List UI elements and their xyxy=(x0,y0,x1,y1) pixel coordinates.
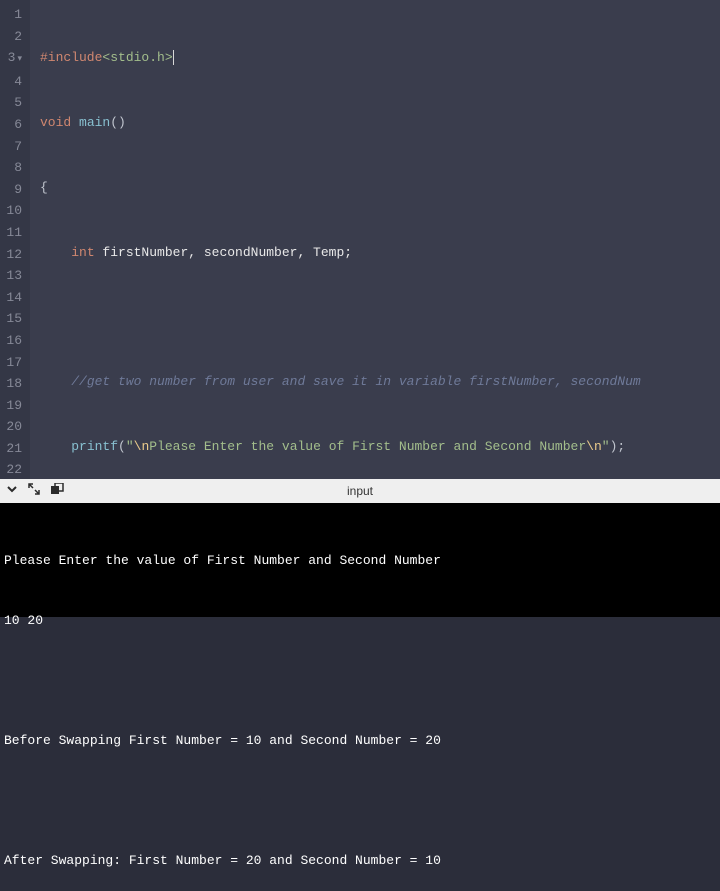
line-number: 10 xyxy=(4,200,22,222)
code-line: #include<stdio.h> xyxy=(40,47,720,69)
line-number: 4 xyxy=(4,71,22,93)
code-area[interactable]: #include<stdio.h> void main() { int firs… xyxy=(30,0,720,479)
code-line: //get two number from user and save it i… xyxy=(40,371,720,393)
code-line: printf("\nPlease Enter the value of Firs… xyxy=(40,436,720,458)
line-number: 17 xyxy=(4,352,22,374)
terminal-line: 10 20 xyxy=(4,611,716,631)
line-number: 20 xyxy=(4,416,22,438)
line-number: 5 xyxy=(4,92,22,114)
line-number: 9 xyxy=(4,179,22,201)
expand-icon[interactable] xyxy=(28,483,40,499)
popup-icon[interactable] xyxy=(50,483,64,499)
terminal-toolbar: input xyxy=(0,479,720,503)
line-number: 15 xyxy=(4,308,22,330)
line-number: 22 xyxy=(4,459,22,479)
line-number: 6 xyxy=(4,114,22,136)
line-number: 3▾ xyxy=(4,47,22,71)
code-line: { xyxy=(40,177,720,199)
chevron-down-icon[interactable] xyxy=(6,483,18,499)
line-number: 19 xyxy=(4,395,22,417)
line-number: 8 xyxy=(4,157,22,179)
line-number: 2 xyxy=(4,26,22,48)
code-line: int firstNumber, secondNumber, Temp; xyxy=(40,242,720,264)
line-number: 1 xyxy=(4,4,22,26)
terminal-line xyxy=(4,791,716,811)
terminal-line: Before Swapping First Number = 10 and Se… xyxy=(4,731,716,751)
code-line: void main() xyxy=(40,112,720,134)
terminal-line xyxy=(4,671,716,691)
terminal-line: After Swapping: First Number = 20 and Se… xyxy=(4,851,716,871)
terminal-output[interactable]: Please Enter the value of First Number a… xyxy=(0,503,720,617)
code-editor: 1 2 3▾ 4 5 6 7 8 9 10 11 12 13 14 15 16 … xyxy=(0,0,720,479)
terminal-line: Please Enter the value of First Number a… xyxy=(4,551,716,571)
code-line xyxy=(40,306,720,328)
terminal-tab-label[interactable]: input xyxy=(347,484,373,498)
line-number: 11 xyxy=(4,222,22,244)
line-number-gutter: 1 2 3▾ 4 5 6 7 8 9 10 11 12 13 14 15 16 … xyxy=(0,0,30,479)
line-number: 12 xyxy=(4,244,22,266)
line-number: 16 xyxy=(4,330,22,352)
fold-marker-icon[interactable]: ▾ xyxy=(17,54,22,64)
line-number: 7 xyxy=(4,136,22,158)
line-number: 21 xyxy=(4,438,22,460)
line-number: 13 xyxy=(4,265,22,287)
line-number: 18 xyxy=(4,373,22,395)
line-number: 14 xyxy=(4,287,22,309)
